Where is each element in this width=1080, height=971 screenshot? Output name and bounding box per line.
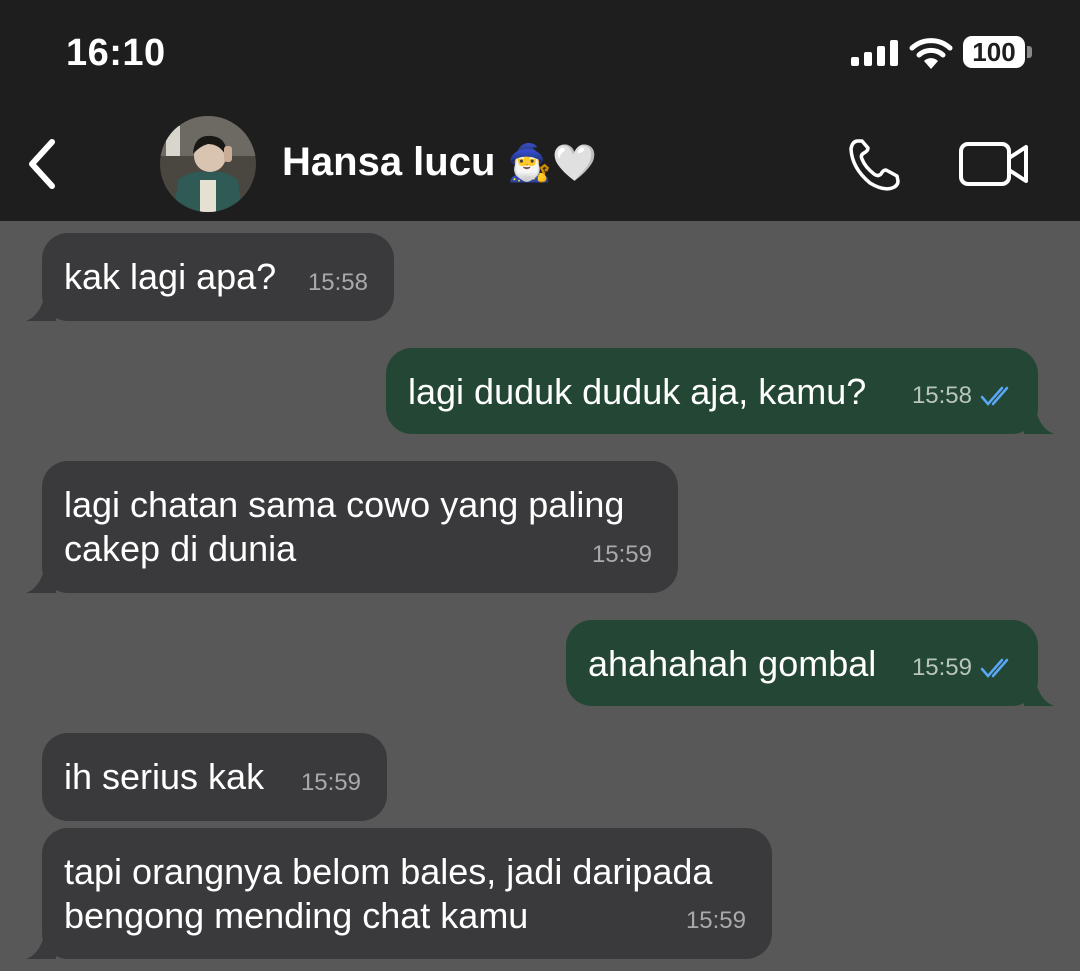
message-time-text: 15:59 — [685, 907, 746, 934]
wifi-icon — [909, 38, 953, 69]
message-time-text: 15:58 — [911, 382, 972, 409]
message-bubble-incoming[interactable]: ih serius kak 15:59 — [42, 733, 387, 821]
status-time: 16:10 — [66, 32, 166, 74]
contact-emoji: 🧙‍♂️🤍 — [507, 142, 598, 184]
message-text: lagi chatan sama cowo yang paling cakep … — [64, 484, 625, 569]
avatar[interactable] — [160, 116, 256, 212]
message-time: 15:59 — [686, 899, 746, 943]
message-time: 15:59 — [592, 533, 652, 577]
message-time-text: 15:59 — [911, 654, 972, 681]
message-bubble-incoming[interactable]: kak lagi apa? 15:58 — [26, 233, 394, 321]
bubble-tail — [1024, 402, 1054, 434]
contact-name[interactable]: Hansa lucu 🧙‍♂️🤍 — [282, 140, 597, 185]
message-bubble-outgoing[interactable]: lagi duduk duduk aja, kamu? 15:58 — [386, 348, 1054, 434]
avatar-photo — [160, 116, 256, 212]
bubble-tail — [26, 561, 56, 593]
bubble-tail — [26, 927, 56, 959]
contact-name-text: Hansa lucu — [282, 140, 496, 184]
message-time: 15:59 — [301, 761, 361, 805]
battery-level: 100 — [972, 36, 1016, 67]
bubble-tail — [26, 289, 56, 321]
message-bubble-outgoing[interactable]: ahahahah gombal 15:59 — [566, 620, 1054, 706]
chat-header: 16:10 100 Hansa lucu 🧙‍♂️🤍 — [0, 0, 1080, 221]
read-ticks-icon — [980, 386, 1009, 406]
message-time: 15:58 — [308, 261, 368, 305]
video-camera-icon[interactable] — [958, 140, 1030, 188]
battery-nub — [1027, 46, 1032, 58]
message-time-text: 15:58 — [307, 269, 368, 296]
bubble-tail — [1024, 674, 1054, 706]
message-time-text: 15:59 — [300, 769, 361, 796]
message-bubble-incoming[interactable]: lagi chatan sama cowo yang paling cakep … — [26, 461, 678, 593]
phone-icon[interactable] — [845, 136, 903, 194]
message-text: tapi orangnya belom bales, jadi daripada… — [64, 851, 713, 936]
message-time: 15:59 — [912, 646, 1016, 690]
battery-icon: 100 — [963, 36, 1025, 68]
back-chevron-icon[interactable] — [22, 136, 62, 192]
signal-icon — [851, 40, 898, 66]
message-bubble-incoming[interactable]: tapi orangnya belom bales, jadi daripada… — [26, 828, 772, 959]
message-time: 15:58 — [912, 374, 1016, 418]
read-ticks-icon — [980, 658, 1009, 678]
message-time-text: 15:59 — [591, 541, 652, 568]
